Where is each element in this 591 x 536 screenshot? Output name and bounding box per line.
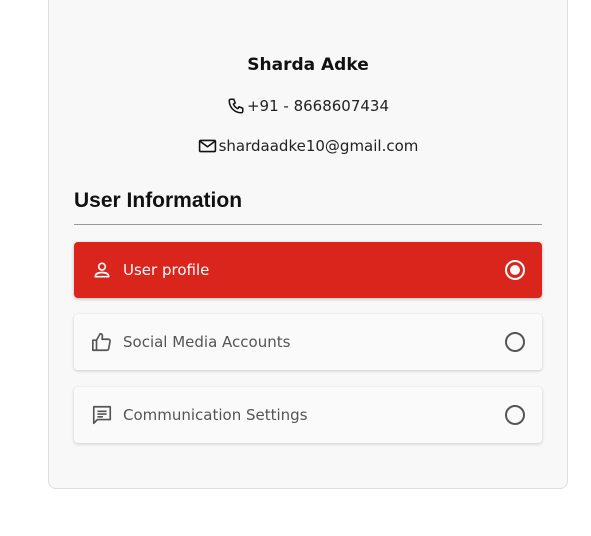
option-social-media-accounts[interactable]: Social Media Accounts [74,314,542,370]
email-row: shardaadke10@gmail.com [49,137,567,155]
user-name: Sharda Adke [247,55,369,75]
option-label: Communication Settings [123,406,308,424]
option-communication-settings[interactable]: Communication Settings [74,387,542,443]
profile-card: Sharda Adke +91 - 8668607434 shardaadke1… [48,0,568,489]
phone-icon [227,97,247,115]
message-icon [90,403,114,427]
option-user-profile[interactable]: User profile [74,242,542,298]
radio-unselected[interactable] [505,332,525,352]
divider [74,224,542,225]
phone-row: +91 - 8668607434 [49,97,567,115]
email-address: shardaadke10@gmail.com [218,137,419,155]
option-label: Social Media Accounts [123,333,291,351]
phone-number: +91 - 8668607434 [246,97,390,115]
thumbs-up-icon [90,330,114,354]
radio-unselected[interactable] [505,405,525,425]
section-title: User Information [74,189,243,212]
radio-selected[interactable] [505,260,525,280]
mail-icon [198,138,219,154]
person-icon [90,258,114,282]
option-label: User profile [123,261,210,279]
